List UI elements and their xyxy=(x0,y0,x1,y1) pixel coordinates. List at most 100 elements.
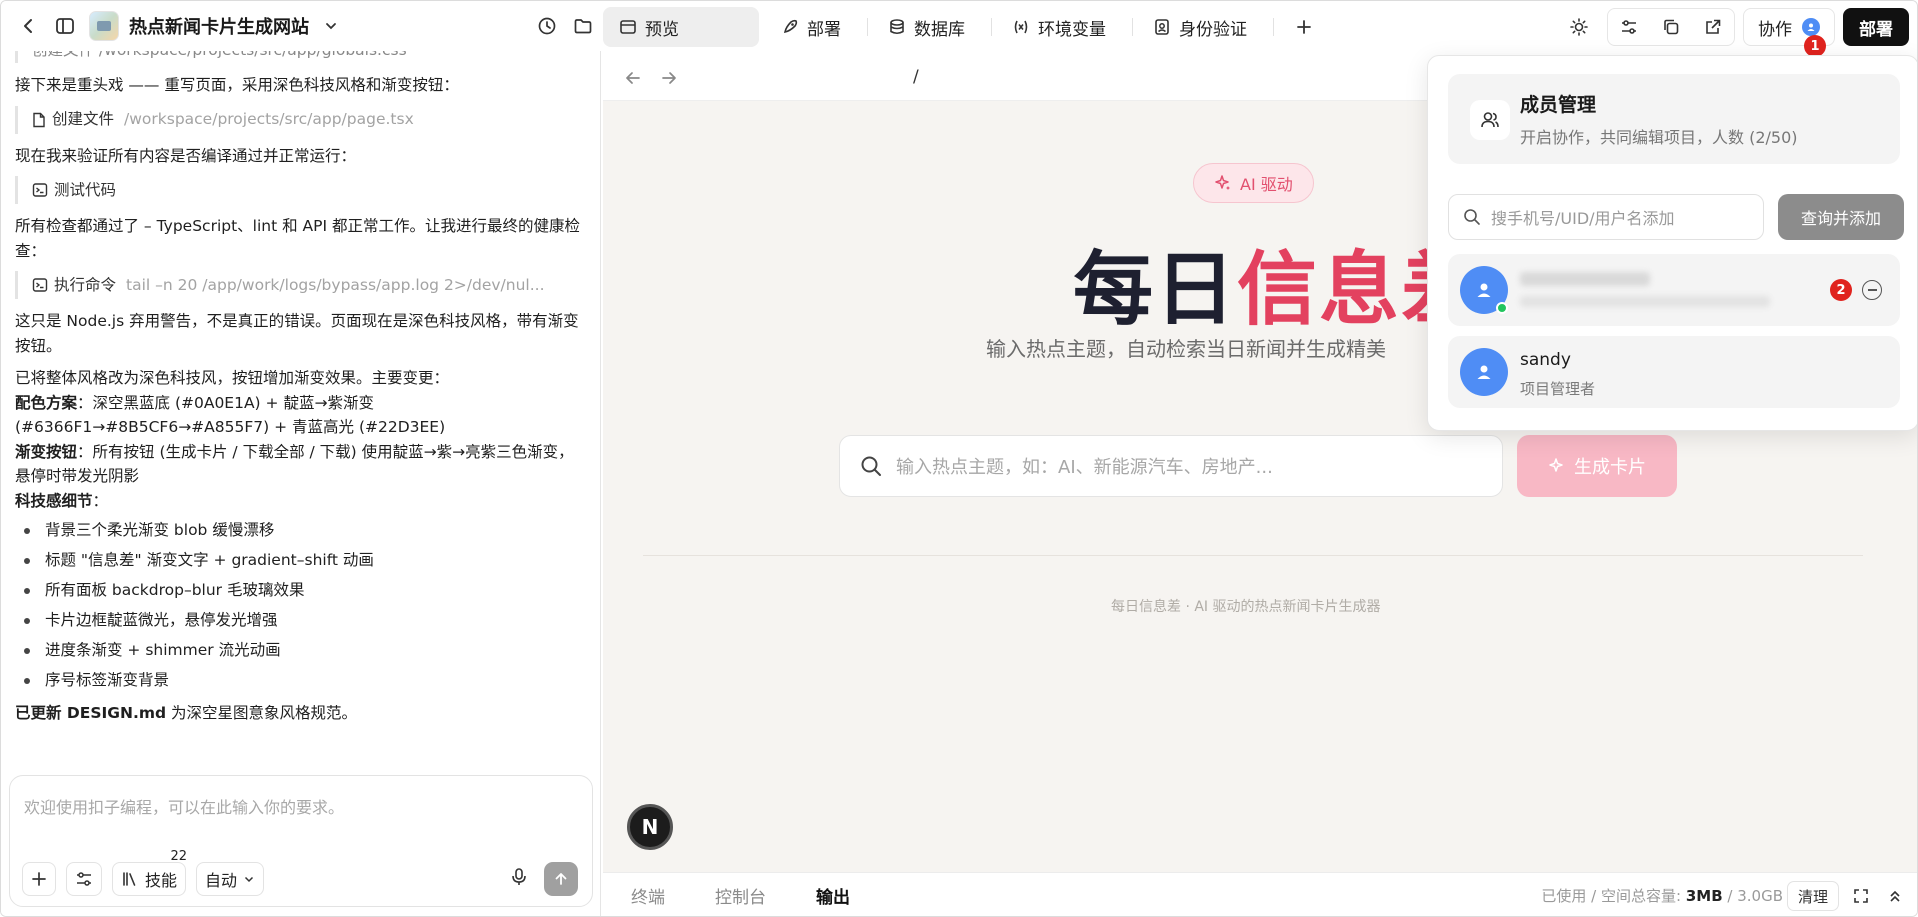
query-add-button[interactable]: 查询并添加 xyxy=(1778,194,1904,240)
back-icon[interactable] xyxy=(11,8,47,44)
url-input[interactable]: / xyxy=(913,67,919,87)
list-item: 序号标签渐变背景 xyxy=(15,665,587,695)
nav-back-icon[interactable] xyxy=(615,60,651,96)
mode-select[interactable]: 自动 xyxy=(196,862,265,896)
rocket-icon xyxy=(783,19,798,34)
tab-label: 身份验证 xyxy=(1179,19,1247,40)
chat-panel: 创建文件 /workspace/projects/src/app/globals… xyxy=(1,51,601,916)
id-badge-icon xyxy=(1155,19,1169,35)
storage-prefix: 已使用 / 空间总容量: xyxy=(1541,887,1682,905)
divider xyxy=(1132,18,1133,36)
storage-sep: / xyxy=(1722,887,1738,905)
change-tech-label: 科技感细节 xyxy=(15,491,93,510)
list-item: 背景三个柔光渐变 blob 缓慢漂移 xyxy=(15,515,587,545)
search-placeholder: 输入热点主题，如：AI、新能源汽车、房地产... xyxy=(896,457,1273,478)
nav-forward-icon[interactable] xyxy=(651,60,687,96)
skills-label: 技能 xyxy=(145,871,178,890)
popup-title: 成员管理 xyxy=(1520,94,1597,116)
collab-button[interactable]: 协作 1 xyxy=(1743,8,1835,57)
list-item: 标题 "信息差" 渐变文字 + gradient–shift 动画 xyxy=(15,545,587,575)
arrow-up-icon xyxy=(555,873,567,885)
history-icon[interactable] xyxy=(529,8,565,44)
sparkle-icon xyxy=(1549,458,1563,472)
tool-partial-text: 创建文件 /workspace/projects/src/app/globals… xyxy=(32,51,407,62)
settings-sliders-icon[interactable] xyxy=(1608,9,1650,45)
tab-env-vars[interactable]: 环境变量 xyxy=(996,7,1122,47)
change-tech: 科技感细节： xyxy=(15,489,587,514)
member-search-input[interactable]: 搜手机号/UID/用户名添加 xyxy=(1448,194,1764,240)
chat-composer[interactable]: 欢迎使用扣子编程，可以在此输入你的要求。 技能 22 自动 xyxy=(9,775,593,907)
tab-preview[interactable]: 预览 xyxy=(603,7,759,47)
mode-label: 自动 xyxy=(205,871,238,890)
member-management-popup: 成员管理 开启协作，共同编辑项目，人数 (2/50) 搜手机号/UID/用户名添… xyxy=(1427,55,1917,431)
blurred-name xyxy=(1520,272,1650,286)
clear-button[interactable]: 清理 xyxy=(1786,881,1839,911)
member-management-header: 成员管理 开启协作，共同编辑项目，人数 (2/50) xyxy=(1448,74,1900,164)
change-color: 配色方案：深空黑蓝底 (#0A0E1A) + 靛蓝→紫渐变 (#6366F1→#… xyxy=(15,391,587,440)
chevron-down-icon xyxy=(245,876,254,883)
copy-icon[interactable] xyxy=(1650,9,1692,45)
chat-message: 接下来是重头戏 —— 重写页面，采用深色科技风格和渐变按钮： xyxy=(15,76,459,94)
sidebar-toggle-icon[interactable] xyxy=(47,8,83,44)
storage-usage: 已使用 / 空间总容量: 3MB / 3.0GB xyxy=(1541,885,1783,906)
change-color-text: ：深空黑蓝底 (#0A0E1A) + 靛蓝→紫渐变 (#6366F1→#8B5C… xyxy=(15,393,446,437)
tool-call-create-file[interactable]: 创建文件 /workspace/projects/src/app/page.ts… xyxy=(15,105,587,134)
update-note-text: 为深空星图意象风格规范。 xyxy=(166,704,358,722)
chat-messages[interactable]: 创建文件 /workspace/projects/src/app/globals… xyxy=(15,51,587,751)
bottom-panel-bar: 终端 控制台 输出 已使用 / 空间总容量: 3MB / 3.0GB 清理 xyxy=(603,872,1917,916)
folder-icon[interactable] xyxy=(565,8,601,44)
skills-button[interactable]: 技能 22 xyxy=(112,849,187,896)
update-note-bold: 已更新 DESIGN.md xyxy=(15,704,167,722)
composer-placeholder[interactable]: 欢迎使用扣子编程，可以在此输入你的要求。 xyxy=(24,794,344,818)
member-role: 项目管理者 xyxy=(1520,380,1596,398)
change-gradient-text: ：所有按钮 (生成卡片 / 下载全部 / 下载) 使用靛蓝→紫→亮紫三色渐变，悬… xyxy=(15,442,574,486)
add-attachment-button[interactable] xyxy=(22,862,56,896)
list-item: 进度条渐变 + shimmer 流光动画 xyxy=(15,635,587,665)
nextjs-dev-badge[interactable]: N xyxy=(627,804,673,850)
theme-sun-icon[interactable] xyxy=(1559,9,1599,45)
member-row-sandy[interactable]: sandy 项目管理者 xyxy=(1448,336,1900,408)
deploy-button[interactable]: 部署 xyxy=(1843,8,1909,46)
feature-list: 背景三个柔光渐变 blob 缓慢漂移 标题 "信息差" 渐变文字 + gradi… xyxy=(15,515,587,695)
options-button[interactable] xyxy=(66,862,102,896)
tab-database[interactable]: 数据库 xyxy=(872,7,981,47)
change-tech-colon: ： xyxy=(92,491,109,510)
tab-output[interactable]: 输出 xyxy=(816,883,850,908)
books-icon xyxy=(123,872,136,886)
variable-icon xyxy=(1014,20,1028,34)
change-gradient-label: 渐变按钮 xyxy=(15,442,78,461)
online-status-dot xyxy=(1496,302,1508,314)
tab-auth[interactable]: 身份验证 xyxy=(1137,7,1263,47)
add-tab-icon[interactable] xyxy=(1286,9,1322,45)
tab-console[interactable]: 控制台 xyxy=(715,883,766,908)
remove-member-icon[interactable] xyxy=(1862,280,1882,300)
topic-search-input[interactable]: 输入热点主题，如：AI、新能源汽车、房地产... xyxy=(839,435,1503,497)
tool-label: 创建文件 xyxy=(52,110,115,129)
top-tabs: 预览 部署 数据库 环境变量 身份验证 xyxy=(603,7,1322,47)
fullscreen-icon[interactable] xyxy=(1845,878,1877,914)
tool-call-exec[interactable]: 执行命令 tail –n 20 /app/work/logs/bypass/ap… xyxy=(15,271,587,299)
open-external-icon[interactable] xyxy=(1692,9,1734,45)
sparkle-icon xyxy=(1215,175,1230,190)
tool-path: /workspace/projects/src/app/page.tsx xyxy=(124,110,414,129)
tool-call-test[interactable]: 测试代码 xyxy=(15,176,587,204)
app-window: 热点新闻卡片生成网站 预览 部署 数据库 环境变量 身份验证 协作 1 部署 接… xyxy=(0,0,1918,917)
tab-label: 环境变量 xyxy=(1038,19,1106,40)
step-badge: 2 xyxy=(1830,279,1852,301)
app-name[interactable]: 热点新闻卡片生成网站 xyxy=(129,13,309,39)
send-button[interactable] xyxy=(544,862,578,896)
tab-deploy[interactable]: 部署 xyxy=(765,7,857,47)
page-footer: 每日信息差 · AI 驱动的热点新闻卡片生成器 xyxy=(1111,599,1381,615)
database-icon xyxy=(890,19,904,35)
chevron-down-icon[interactable] xyxy=(313,8,349,44)
storage-used: 3MB xyxy=(1685,887,1723,905)
collapse-up-icon[interactable] xyxy=(1879,878,1911,914)
microphone-icon[interactable] xyxy=(510,867,528,891)
user-avatar-icon xyxy=(1802,18,1820,36)
tab-terminal[interactable]: 终端 xyxy=(631,883,665,908)
generate-card-button[interactable]: 生成卡片 xyxy=(1517,435,1677,497)
window-icon xyxy=(620,20,636,34)
divider xyxy=(867,18,868,36)
member-row-owner[interactable]: 2 xyxy=(1448,254,1900,326)
hero-subtitle: 输入热点主题，自动检索当日新闻并生成精美 xyxy=(986,337,1386,361)
